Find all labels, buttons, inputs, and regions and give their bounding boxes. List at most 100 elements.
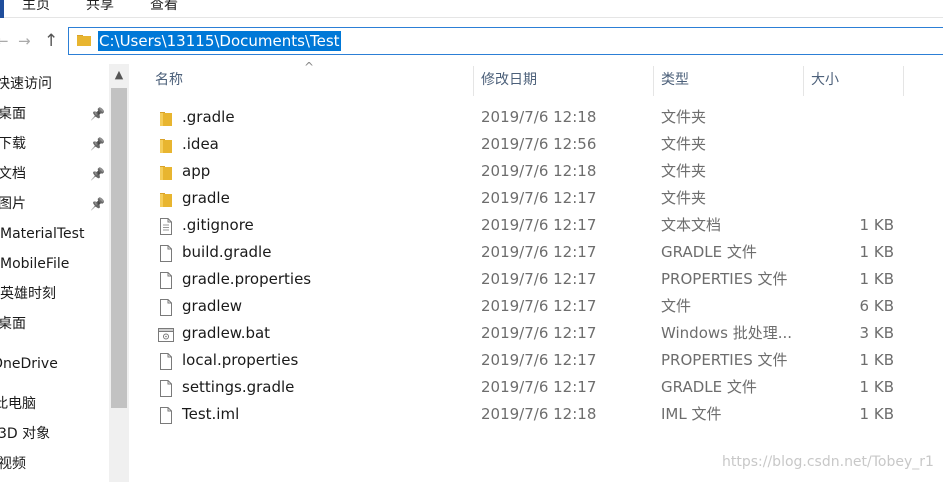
file-name: .gitignore	[182, 216, 254, 234]
sidebar-item[interactable]: 3D 对象	[0, 420, 108, 448]
forward-arrow-icon[interactable]: →	[18, 22, 31, 60]
file-name: Test.iml	[182, 405, 240, 423]
file-date: 2019/7/6 12:17	[481, 189, 597, 207]
sidebar-item[interactable]: OneDrive	[0, 350, 108, 378]
file-row[interactable]: .gradle 2019/7/6 12:18 文件夹	[130, 104, 943, 131]
file-row[interactable]: app 2019/7/6 12:18 文件夹	[130, 158, 943, 185]
column-header-type[interactable]: 类型	[661, 64, 689, 96]
text-file-icon	[158, 217, 174, 235]
column-divider[interactable]	[473, 66, 474, 96]
file-row[interactable]: build.gradle 2019/7/6 12:17 GRADLE 文件 1 KB	[130, 239, 943, 266]
file-row[interactable]: gradlew 2019/7/6 12:17 文件 6 KB	[130, 293, 943, 320]
column-divider[interactable]	[653, 66, 654, 96]
tab-home[interactable]: 主页	[22, 0, 50, 14]
sidebar-item[interactable]: 此电脑	[0, 390, 108, 418]
file-row[interactable]: gradle 2019/7/6 12:17 文件夹	[130, 185, 943, 212]
tab-share[interactable]: 共享	[86, 0, 114, 14]
file-row[interactable]: gradlew.bat 2019/7/6 12:17 Windows 批处理... 3…	[130, 320, 943, 347]
file-type: PROPERTIES 文件	[661, 351, 788, 369]
file-size: 1 KB	[859, 270, 894, 288]
file-date: 2019/7/6 12:17	[481, 243, 597, 261]
file-row[interactable]: settings.gradle 2019/7/6 12:17 GRADLE 文件 1 …	[130, 374, 943, 401]
file-size: 1 KB	[859, 378, 894, 396]
column-header-name[interactable]: 名称	[155, 64, 183, 96]
file-name: gradlew.bat	[182, 324, 271, 342]
sidebar-item-label: 快速访问	[0, 76, 52, 92]
folder-icon	[158, 190, 174, 207]
file-date: 2019/7/6 12:17	[481, 378, 597, 396]
file-name: local.properties	[182, 351, 299, 369]
file-size: 1 KB	[859, 351, 894, 369]
sort-ascending-icon: ^	[304, 60, 315, 74]
sidebar-item[interactable]: MaterialTest	[0, 220, 108, 248]
sidebar-item[interactable]: 桌面	[0, 310, 108, 338]
file-date: 2019/7/6 12:18	[481, 108, 597, 126]
sidebar-item[interactable]: 文档 📌	[0, 160, 108, 188]
pin-icon: 📌	[90, 167, 105, 181]
file-icon	[158, 406, 174, 424]
folder-icon	[158, 163, 174, 180]
sidebar-item-label: 文档	[0, 166, 26, 182]
sidebar-item[interactable]: 图片 📌	[0, 190, 108, 218]
sidebar-item-label: 下载	[0, 136, 26, 152]
column-divider[interactable]	[803, 66, 804, 96]
address-bar[interactable]: C:\Users\13115\Documents\Test	[68, 27, 943, 55]
ribbon: 主页 共享 查看	[0, 0, 943, 18]
sidebar-item-label: 桌面	[0, 316, 26, 332]
file-size: 1 KB	[859, 243, 894, 261]
sidebar-item[interactable]: 快速访问	[0, 70, 108, 98]
file-row[interactable]: gradle.properties 2019/7/6 12:17 PROPERTIE…	[130, 266, 943, 293]
file-date: 2019/7/6 12:17	[481, 216, 597, 234]
address-path[interactable]: C:\Users\13115\Documents\Test	[98, 31, 341, 51]
sidebar-item[interactable]: 下载 📌	[0, 130, 108, 158]
sidebar-item-label: OneDrive	[0, 356, 58, 372]
sidebar-item-label: 英雄时刻	[0, 286, 56, 302]
file-name: .gradle	[182, 108, 235, 126]
file-type: Windows 批处理...	[661, 324, 793, 342]
sidebar-item-label: 桌面	[0, 106, 26, 122]
sidebar-item-label: 视频	[0, 456, 26, 472]
up-arrow-icon[interactable]: ↑	[44, 22, 58, 60]
file-name: build.gradle	[182, 243, 272, 261]
file-row[interactable]: .idea 2019/7/6 12:56 文件夹	[130, 131, 943, 158]
file-type: GRADLE 文件	[661, 378, 757, 396]
file-row[interactable]: .gitignore 2019/7/6 12:17 文本文档 1 KB	[130, 212, 943, 239]
file-size: 1 KB	[859, 216, 894, 234]
sidebar-item[interactable]: MobileFile	[0, 250, 108, 278]
navigation-pane: 快速访问 桌面 📌 下载 📌 文档 📌 图片 📌 MaterialTest MobileFile 英雄…	[0, 64, 130, 482]
file-type: 文本文档	[661, 216, 722, 234]
column-divider[interactable]	[903, 66, 904, 96]
scroll-up-icon[interactable]: ▲	[109, 64, 129, 86]
file-name: app	[182, 162, 211, 180]
file-type: 文件夹	[661, 189, 707, 207]
file-date: 2019/7/6 12:18	[481, 405, 597, 423]
file-name: .idea	[182, 135, 219, 153]
pin-icon: 📌	[90, 197, 105, 211]
sidebar-item[interactable]: 英雄时刻	[0, 280, 108, 308]
tab-view[interactable]: 查看	[150, 0, 178, 14]
ribbon-accent	[0, 0, 4, 18]
file-row[interactable]: local.properties 2019/7/6 12:17 PROPERTIES…	[130, 347, 943, 374]
scroll-thumb[interactable]	[111, 88, 127, 408]
back-arrow-icon[interactable]: ←	[0, 22, 9, 60]
file-row[interactable]: Test.iml 2019/7/6 12:18 IML 文件 1 KB	[130, 401, 943, 428]
file-type: IML 文件	[661, 405, 722, 423]
column-header-size[interactable]: 大小	[811, 64, 839, 96]
folder-icon	[158, 109, 174, 126]
watermark: https://blog.csdn.net/Tobey_r1	[722, 454, 934, 470]
file-name: gradlew	[182, 297, 243, 315]
pin-icon: 📌	[90, 107, 105, 121]
file-type: 文件夹	[661, 108, 707, 126]
sidebar-item-label: 此电脑	[0, 396, 36, 412]
sidebar-item[interactable]: 视频	[0, 450, 108, 478]
sidebar-item[interactable]: 桌面 📌	[0, 100, 108, 128]
file-name: gradle	[182, 189, 230, 207]
file-date: 2019/7/6 12:17	[481, 324, 597, 342]
file-date: 2019/7/6 12:17	[481, 270, 597, 288]
folder-icon	[77, 35, 91, 46]
file-icon	[158, 379, 174, 397]
file-name: gradle.properties	[182, 270, 312, 288]
column-header-date[interactable]: 修改日期	[481, 64, 537, 96]
file-size: 3 KB	[859, 324, 894, 342]
sidebar-scrollbar[interactable]: ▲	[109, 64, 129, 482]
